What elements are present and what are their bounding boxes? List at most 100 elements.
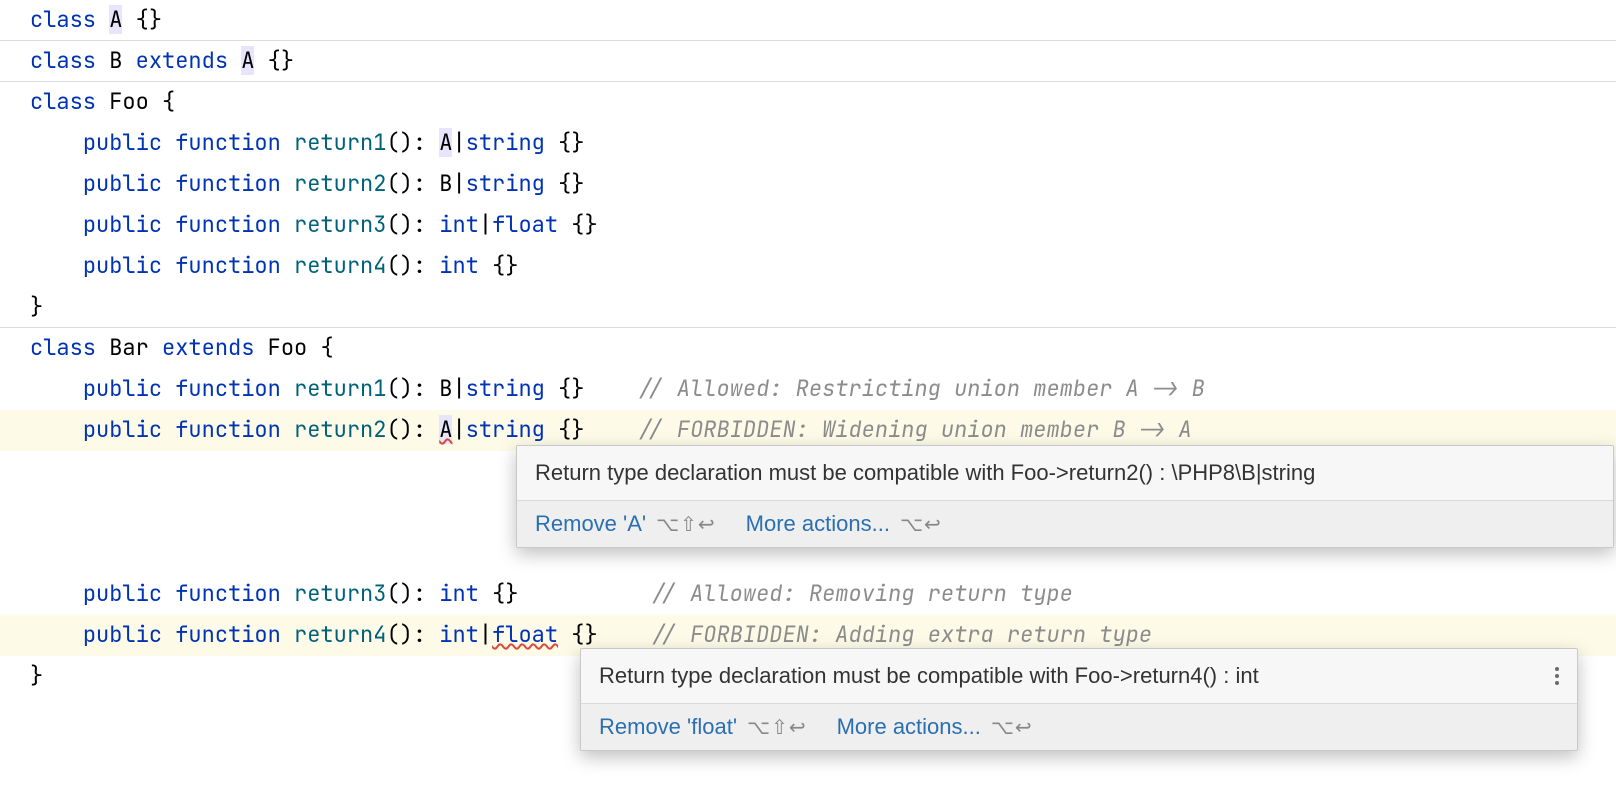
colon: :	[413, 128, 426, 157]
function-name: return4	[294, 251, 386, 280]
more-actions-link[interactable]: More actions... ⌥↩	[837, 714, 1033, 740]
keyword-public: public	[83, 169, 162, 198]
code-line: public function return1(): B|string {} /…	[0, 369, 1616, 410]
type-string: string	[466, 128, 545, 157]
inspection-popup: Return type declaration must be compatib…	[580, 648, 1578, 751]
function-name: return1	[294, 128, 386, 157]
braces: {}	[136, 5, 162, 34]
code-editor[interactable]: class A {} class B extends A {} class Fo…	[0, 0, 1616, 697]
keyword-function: function	[175, 620, 281, 649]
brace-close: }	[30, 292, 43, 321]
keyword-extends: extends	[162, 333, 254, 362]
quickfix-label: Remove 'float'	[599, 714, 737, 740]
code-line: public function return4(): int {}	[0, 246, 1616, 287]
keyword-function: function	[175, 128, 281, 157]
code-line: class Foo {	[0, 82, 1616, 123]
braces: {}	[558, 169, 584, 198]
colon: :	[413, 169, 426, 198]
popup-message-row: Return type declaration must be compatib…	[581, 649, 1577, 703]
type-A: A	[439, 128, 452, 157]
type-string: string	[466, 169, 545, 198]
colon: :	[413, 210, 426, 239]
function-name: return2	[294, 415, 386, 444]
type-float-error: float	[492, 620, 558, 649]
braces: {}	[571, 620, 597, 649]
braces: {}	[492, 251, 518, 280]
shortcut-hint: ⌥↩	[991, 715, 1033, 740]
function-name: return3	[294, 210, 386, 239]
function-name: return4	[294, 620, 386, 649]
keyword-extends: extends	[136, 46, 228, 75]
brace-close: }	[30, 661, 43, 690]
quickfix-remove-a[interactable]: Remove 'A' ⌥⇧↩	[535, 511, 716, 537]
shortcut-hint: ⌥⇧↩	[747, 715, 807, 740]
code-line: class Bar extends Foo {	[0, 328, 1616, 369]
class-name-A: A	[241, 46, 254, 75]
type-int: int	[439, 210, 479, 239]
more-actions-link[interactable]: More actions... ⌥↩	[746, 511, 942, 537]
comment: // FORBIDDEN: Widening union member B ->…	[637, 415, 1191, 444]
keyword-function: function	[175, 579, 281, 608]
pipe: |	[479, 620, 492, 649]
code-line: public function return3(): int {} // All…	[0, 574, 1616, 615]
type-B: B	[439, 169, 452, 198]
keyword-public: public	[83, 579, 162, 608]
type-B: B	[439, 374, 452, 403]
popup-message-row: Return type declaration must be compatib…	[517, 446, 1613, 500]
colon: :	[413, 251, 426, 280]
parens: ()	[386, 128, 412, 157]
type-int: int	[439, 251, 479, 280]
class-name-B: B	[109, 46, 122, 75]
class-name-Bar: Bar	[109, 333, 149, 362]
quickfix-remove-float[interactable]: Remove 'float' ⌥⇧↩	[599, 714, 807, 740]
comment: // Allowed: Restricting union member A -…	[637, 374, 1205, 403]
parens: ()	[386, 169, 412, 198]
keyword-class: class	[30, 333, 96, 362]
keyword-function: function	[175, 169, 281, 198]
type-int: int	[439, 620, 479, 649]
parens: ()	[386, 415, 412, 444]
more-actions-label: More actions...	[746, 511, 890, 537]
class-name-Foo: Foo	[268, 333, 308, 362]
braces: {}	[492, 579, 518, 608]
comment: // FORBIDDEN: Adding extra return type	[651, 620, 1153, 649]
colon: :	[413, 620, 426, 649]
pipe: |	[452, 128, 465, 157]
code-line: }	[0, 287, 1616, 328]
code-line: public function return2(): B|string {}	[0, 164, 1616, 205]
type-int: int	[439, 579, 479, 608]
shortcut-hint: ⌥⇧↩	[656, 512, 716, 537]
function-name: return3	[294, 579, 386, 608]
keyword-public: public	[83, 415, 162, 444]
class-name-A: A	[109, 5, 122, 34]
pipe: |	[479, 210, 492, 239]
quickfix-label: Remove 'A'	[535, 511, 646, 537]
code-line: public function return1(): A|string {}	[0, 123, 1616, 164]
colon: :	[413, 415, 426, 444]
more-actions-label: More actions...	[837, 714, 981, 740]
keyword-function: function	[175, 210, 281, 239]
keyword-public: public	[83, 251, 162, 280]
keyword-function: function	[175, 415, 281, 444]
type-string: string	[466, 374, 545, 403]
code-line: class A {}	[0, 0, 1616, 41]
function-name: return1	[294, 374, 386, 403]
braces: {}	[558, 128, 584, 157]
popup-message: Return type declaration must be compatib…	[535, 460, 1315, 486]
keyword-class: class	[30, 87, 96, 116]
parens: ()	[386, 374, 412, 403]
brace-open: {	[162, 87, 175, 116]
colon: :	[413, 579, 426, 608]
comment: // Allowed: Removing return type	[650, 579, 1072, 608]
type-A-error: A	[439, 415, 452, 444]
pipe: |	[452, 169, 465, 198]
keyword-public: public	[83, 374, 162, 403]
class-name-Foo: Foo	[109, 87, 149, 116]
keyword-public: public	[83, 210, 162, 239]
popup-message: Return type declaration must be compatib…	[599, 663, 1259, 689]
keyword-public: public	[83, 128, 162, 157]
colon: :	[413, 374, 426, 403]
function-name: return2	[294, 169, 386, 198]
more-options-icon[interactable]	[1555, 667, 1559, 685]
parens: ()	[386, 210, 412, 239]
